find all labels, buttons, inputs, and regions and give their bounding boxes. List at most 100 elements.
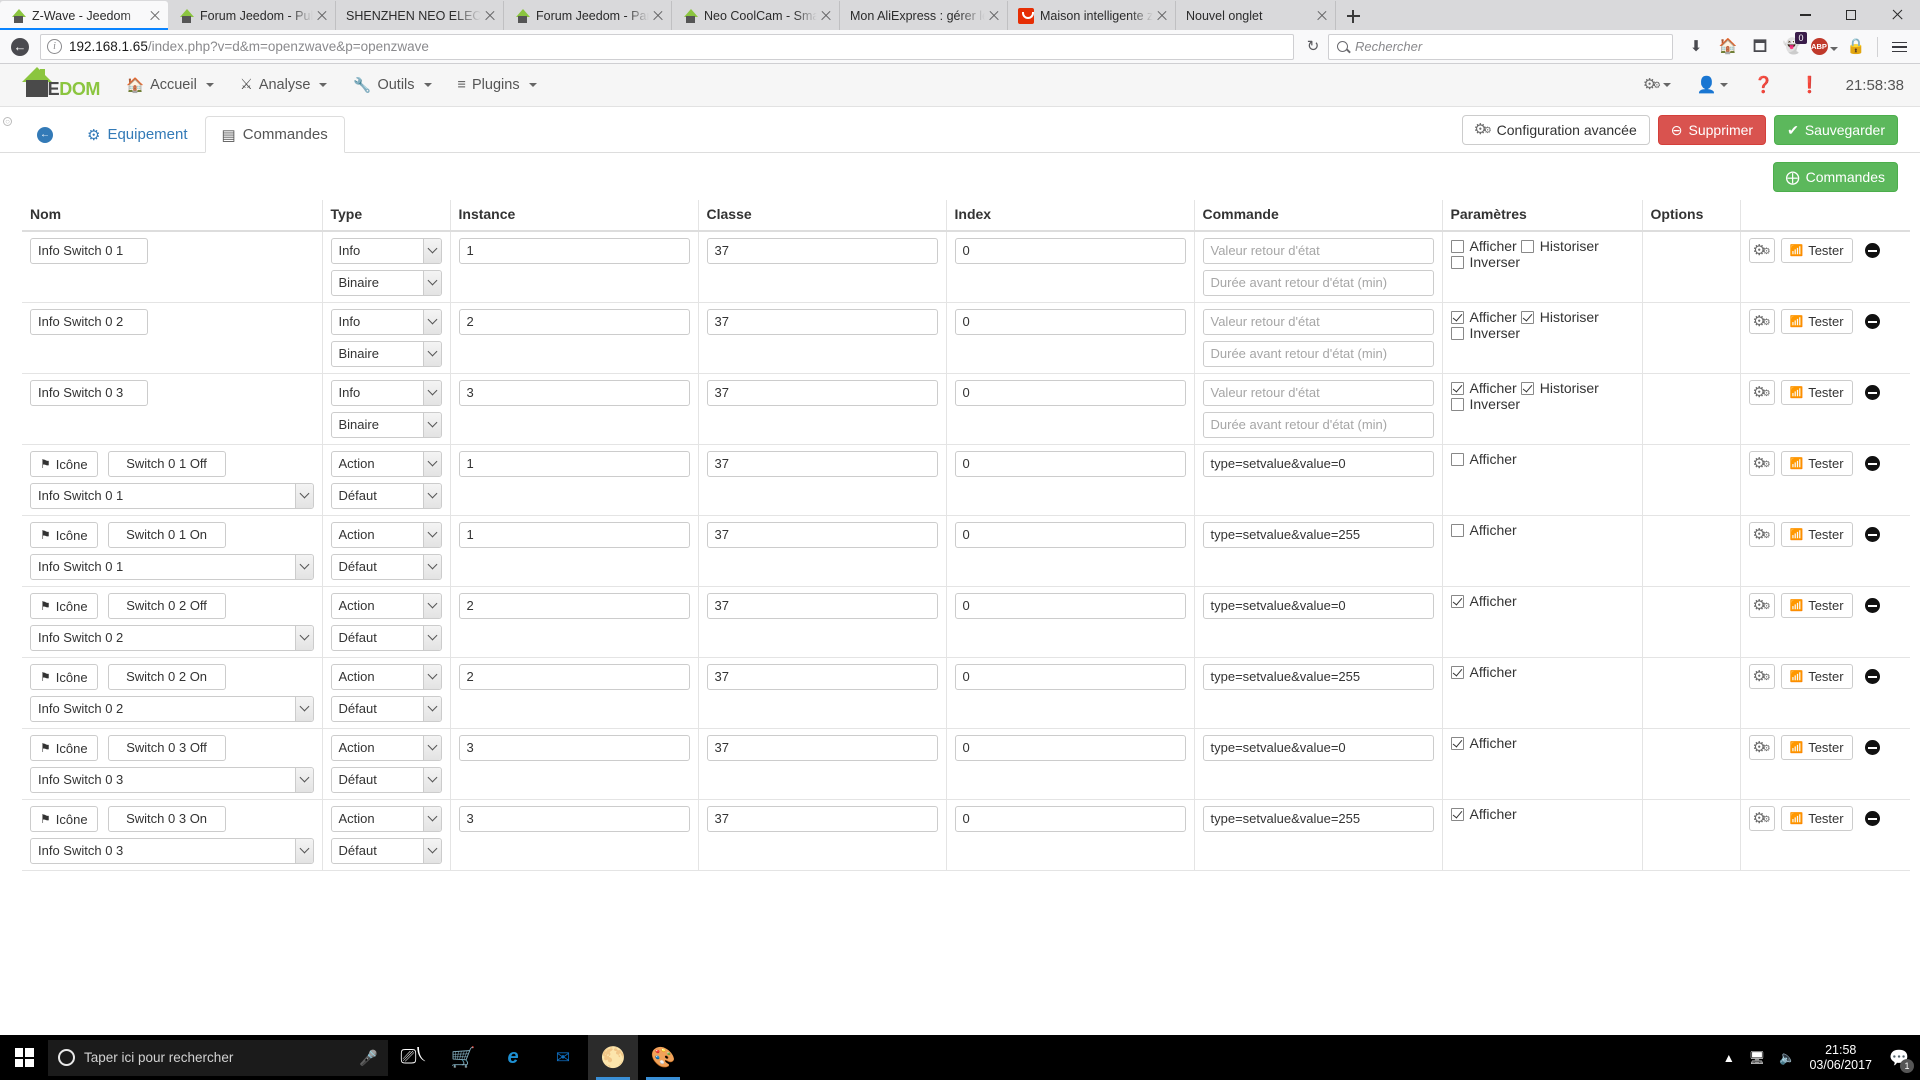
remove-row-button[interactable] (1864, 669, 1880, 684)
nom-input[interactable]: Info Switch 0 3 (30, 380, 148, 406)
start-button[interactable] (0, 1035, 48, 1080)
classe-input[interactable]: 37 (706, 806, 938, 832)
address-bar[interactable]: i 192.168.1.65/index.php?v=d&m=openzwave… (40, 33, 1294, 60)
configure-icon-button[interactable] (1748, 806, 1775, 831)
taskbar-search[interactable]: Taper ici pour rechercher 🎤 (48, 1039, 388, 1076)
configure-icon-button[interactable] (1748, 593, 1775, 618)
show-hidden-icons-icon[interactable]: ▲ (1723, 1051, 1735, 1065)
maximize-button[interactable] (1828, 0, 1874, 30)
close-tab-icon[interactable] (313, 7, 331, 25)
instance-input[interactable]: 1 (458, 238, 690, 264)
instance-input[interactable]: 1 (458, 522, 690, 548)
index-input[interactable]: 0 (954, 309, 1186, 335)
icone-button[interactable]: ⚑ Icône (30, 806, 98, 832)
test-button[interactable]: 📶 Tester (1780, 522, 1853, 547)
historiser-checkbox-row[interactable]: Historiser (1520, 309, 1599, 325)
linked-info-select[interactable]: Info Switch 0 2 (30, 625, 314, 651)
minimize-button[interactable] (1782, 0, 1828, 30)
index-input[interactable]: 0 (954, 522, 1186, 548)
task-view-button[interactable]: ⎚⎝ (388, 1035, 438, 1080)
outlook-icon[interactable]: ✉ (538, 1035, 588, 1080)
lock-icon[interactable]: 🔒 (1841, 33, 1871, 61)
paint-icon[interactable]: 🎨 (638, 1035, 688, 1080)
classe-input[interactable]: 37 (706, 238, 938, 264)
save-button[interactable]: ✔ Sauvegarder (1774, 115, 1898, 145)
subtype-select[interactable]: Binaire (330, 412, 442, 438)
pocket-icon[interactable]: 🗖 (1745, 33, 1775, 61)
firefox-icon[interactable]: 🌕 (588, 1035, 638, 1080)
inverser-checkbox-row[interactable]: Inverser (1450, 254, 1634, 270)
icone-button[interactable]: ⚑ Icône (30, 664, 98, 690)
instance-input[interactable]: 2 (458, 664, 690, 690)
user-icon[interactable]: 👤 (1697, 75, 1728, 95)
close-tab-icon[interactable] (146, 7, 164, 25)
classe-input[interactable]: 37 (706, 593, 938, 619)
valeur-retour-input[interactable]: Valeur retour d'état (1202, 380, 1434, 406)
subtype-select[interactable]: Défaut (330, 838, 442, 864)
add-command-button[interactable]: ⨁ Commandes (1772, 162, 1898, 192)
duree-retour-input[interactable]: Durée avant retour d'état (min) (1202, 412, 1434, 438)
classe-input[interactable]: 37 (706, 309, 938, 335)
reload-icon[interactable]: ↻ (1300, 34, 1326, 60)
test-button[interactable]: 📶 Tester (1780, 451, 1853, 476)
linked-info-select[interactable]: Info Switch 0 1 (30, 554, 314, 580)
index-input[interactable]: 0 (954, 664, 1186, 690)
browser-tab-4[interactable]: Neo CoolCam - Smart Powe (672, 1, 840, 30)
close-tab-icon[interactable] (1153, 7, 1171, 25)
instance-input[interactable]: 2 (458, 309, 690, 335)
valeur-retour-input[interactable]: Valeur retour d'état (1202, 309, 1434, 335)
close-window-button[interactable] (1874, 0, 1920, 30)
nom-input[interactable]: Switch 0 1 Off (107, 451, 226, 477)
site-info-icon[interactable]: i (47, 39, 62, 54)
nom-input[interactable]: Switch 0 3 Off (107, 735, 226, 761)
ghostery-icon[interactable]: 👻 0 (1777, 31, 1807, 61)
icone-button[interactable]: ⚑ Icône (30, 593, 98, 619)
subtype-select[interactable]: Binaire (330, 270, 442, 296)
duree-retour-input[interactable]: Durée avant retour d'état (min) (1202, 270, 1434, 296)
close-tab-icon[interactable] (985, 7, 1003, 25)
configure-icon-button[interactable] (1748, 309, 1775, 334)
instance-input[interactable]: 3 (458, 380, 690, 406)
menu-icon[interactable] (1884, 33, 1914, 61)
classe-input[interactable]: 37 (706, 380, 938, 406)
type-select[interactable]: Action (330, 806, 442, 832)
afficher-checkbox-row[interactable]: Afficher (1450, 593, 1634, 609)
index-input[interactable]: 0 (954, 593, 1186, 619)
menu-item-analyse[interactable]: ⚔ Analyse (240, 77, 328, 93)
linked-info-select[interactable]: Info Switch 0 2 (30, 696, 314, 722)
browser-tab-2[interactable]: SHENZHEN NEO ELECTRONICS (336, 1, 504, 30)
menu-item-plugins[interactable]: ≡ Plugins (458, 77, 537, 93)
subtype-select[interactable]: Défaut (330, 483, 442, 509)
afficher-checkbox-row[interactable]: Afficher (1450, 309, 1517, 325)
subtype-select[interactable]: Défaut (330, 625, 442, 651)
browser-tab-0[interactable]: Z-Wave - Jeedom (0, 1, 168, 30)
configure-icon-button[interactable] (1748, 664, 1775, 689)
home-icon[interactable]: 🏠 (1713, 33, 1743, 61)
nom-input[interactable]: Switch 0 1 On (107, 522, 226, 548)
browser-tab-1[interactable]: Forum Jeedom - Publier un (168, 1, 336, 30)
type-select[interactable]: Action (330, 664, 442, 690)
microphone-icon[interactable]: 🎤 (359, 1049, 378, 1067)
type-select[interactable]: Action (330, 451, 442, 477)
instance-input[interactable]: 2 (458, 593, 690, 619)
nom-input[interactable]: Switch 0 2 Off (107, 593, 226, 619)
settings-gear-icon[interactable] (1643, 75, 1671, 93)
menu-item-outils[interactable]: 🔧 Outils (353, 77, 432, 94)
downloads-icon[interactable]: ⬇ (1681, 33, 1711, 61)
remove-row-button[interactable] (1864, 456, 1880, 471)
search-bar[interactable]: Rechercher (1328, 33, 1673, 60)
remove-row-button[interactable] (1864, 243, 1880, 258)
afficher-checkbox-row[interactable]: Afficher (1450, 522, 1634, 538)
close-tab-icon[interactable] (481, 7, 499, 25)
valeur-retour-input[interactable]: Valeur retour d'état (1202, 238, 1434, 264)
duree-retour-input[interactable]: Durée avant retour d'état (min) (1202, 341, 1434, 367)
menu-item-accueil[interactable]: 🏠 Accueil (126, 77, 214, 94)
type-select[interactable]: Action (330, 735, 442, 761)
inverser-checkbox-row[interactable]: Inverser (1450, 325, 1634, 341)
remove-row-button[interactable] (1864, 314, 1880, 329)
historiser-checkbox-row[interactable]: Historiser (1520, 380, 1599, 396)
afficher-checkbox-row[interactable]: Afficher (1450, 735, 1634, 751)
afficher-checkbox-row[interactable]: Afficher (1450, 451, 1634, 467)
configure-icon-button[interactable] (1748, 451, 1775, 476)
classe-input[interactable]: 37 (706, 451, 938, 477)
